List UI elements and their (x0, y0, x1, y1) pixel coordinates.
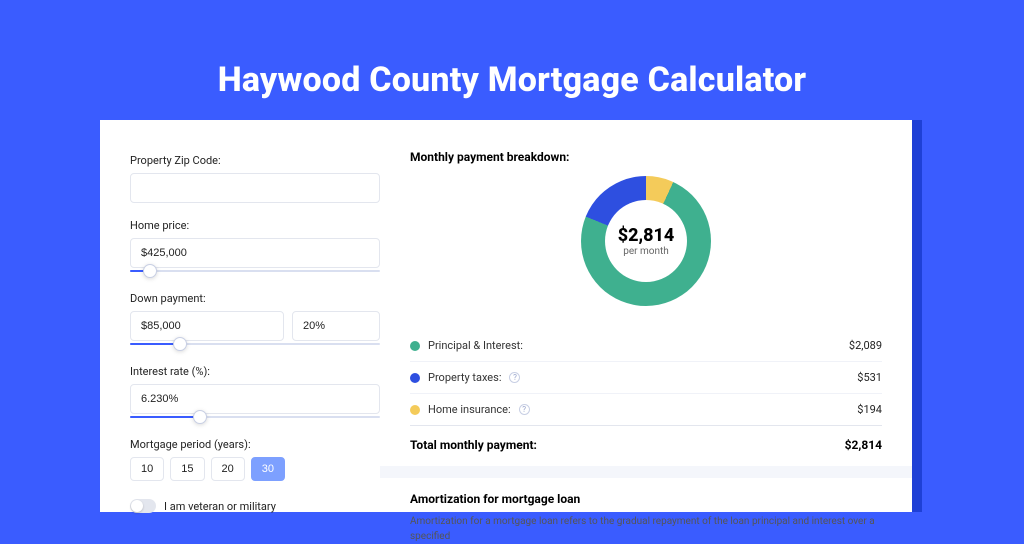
info-icon[interactable]: ? (509, 372, 520, 383)
legend-label: Principal & Interest: (428, 339, 523, 352)
page-title: Haywood County Mortgage Calculator (0, 0, 1024, 100)
zip-input[interactable] (130, 173, 380, 203)
total-label: Total monthly payment: (410, 438, 537, 452)
period-button-30[interactable]: 30 (251, 457, 285, 481)
home-price-slider[interactable] (130, 266, 380, 276)
amortization-text: Amortization for a mortgage loan refers … (410, 514, 882, 544)
legend-value: $194 (857, 403, 882, 416)
legend-row: Home insurance:? $194 (410, 393, 882, 425)
home-price-label: Home price: (130, 219, 380, 232)
legend-row: Property taxes:? $531 (410, 361, 882, 393)
legend-dot-icon (410, 405, 420, 415)
period-button-15[interactable]: 15 (170, 457, 204, 481)
down-payment-pct-input[interactable] (292, 311, 380, 341)
breakdown-column: Monthly payment breakdown: $2,814 per mo… (410, 150, 882, 544)
donut-amount: $2,814 (618, 225, 675, 246)
rate-label: Interest rate (%): (130, 365, 380, 378)
legend-row: Principal & Interest: $2,089 (410, 330, 882, 361)
legend-value: $531 (857, 371, 882, 384)
legend-value: $2,089 (849, 339, 882, 352)
calculator-panel: Property Zip Code: Home price: Down paym… (100, 120, 912, 512)
period-button-10[interactable]: 10 (130, 457, 164, 481)
rate-input[interactable] (130, 384, 380, 414)
legend-dot-icon (410, 341, 420, 351)
info-icon[interactable]: ? (519, 404, 530, 415)
rate-slider[interactable] (130, 412, 380, 422)
home-price-input[interactable] (130, 238, 380, 268)
legend-label: Home insurance: (428, 403, 511, 416)
total-value: $2,814 (845, 438, 882, 452)
down-payment-slider[interactable] (130, 339, 380, 349)
legend-label: Property taxes: (428, 371, 501, 384)
down-payment-input[interactable] (130, 311, 284, 341)
total-row: Total monthly payment: $2,814 (410, 425, 882, 466)
veteran-toggle[interactable] (130, 499, 156, 513)
veteran-label: I am veteran or military (164, 500, 276, 513)
form-column: Property Zip Code: Home price: Down paym… (130, 150, 380, 544)
amortization-title: Amortization for mortgage loan (410, 492, 882, 506)
zip-label: Property Zip Code: (130, 154, 380, 167)
down-payment-label: Down payment: (130, 292, 380, 305)
donut-subtext: per month (623, 246, 669, 257)
payment-donut-chart: $2,814 per month (581, 176, 711, 306)
legend-dot-icon (410, 373, 420, 383)
period-button-20[interactable]: 20 (211, 457, 245, 481)
period-label: Mortgage period (years): (130, 438, 380, 451)
breakdown-title: Monthly payment breakdown: (410, 150, 882, 164)
